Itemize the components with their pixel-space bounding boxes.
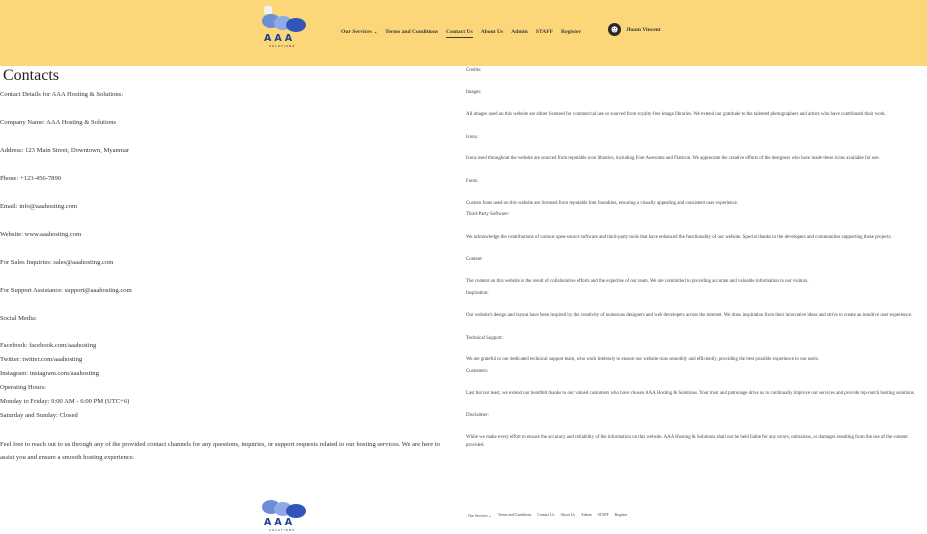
nav-item-admin[interactable]: Admin: [511, 29, 527, 35]
disclaimer-paragraph: While we make every effort to ensure the…: [466, 435, 908, 448]
customers-paragraph: Last but not least, we extend our heartf…: [466, 391, 915, 396]
footer-link-admin[interactable]: Admin: [581, 513, 592, 518]
closing-paragraph: Feel free to reach out to us through any…: [0, 441, 440, 461]
disclaimer-heading: Disclaimer:: [466, 413, 489, 418]
footer-link-about-us[interactable]: About Us: [560, 513, 575, 518]
contact-intro: Contact Details for AAA Hosting & Soluti…: [0, 91, 124, 98]
social-facebook: Facebook: facebook.com/aaahosting: [0, 342, 97, 349]
technical-support-paragraph: We are grateful to our dedicated technic…: [466, 357, 820, 362]
footer-link-contact-us[interactable]: Contact Us: [537, 513, 554, 518]
content-paragraph: The content on this website is the resul…: [466, 279, 809, 284]
technical-support-heading: Technical Support:: [466, 336, 504, 341]
fonts-heading: Fonts:: [466, 179, 479, 184]
contact-support: For Support Assistance: support@aaahosti…: [0, 287, 132, 294]
logo-tagline: SOLUTIONS: [269, 44, 296, 48]
footer-link-register[interactable]: Register: [615, 513, 628, 518]
user-name: Jhonn Vincent: [626, 26, 661, 33]
footer-nav: Our Services ⌄ Terms and Conditions Cont…: [468, 513, 633, 518]
fonts-paragraph: Custom fonts used on this website are li…: [466, 201, 739, 206]
third-party-heading: Third-Party Software:: [466, 212, 510, 217]
user-icon: ☻: [608, 23, 621, 36]
footer-link-staff[interactable]: STAFF: [598, 513, 609, 518]
nav-item-about-us[interactable]: About Us: [481, 29, 504, 35]
images-heading: Images:: [466, 90, 482, 95]
logo-cloud-right: [286, 504, 306, 518]
contact-address: Address: 123 Main Street, Downtown, Myan…: [0, 147, 130, 154]
nav-item-label: Our Services: [341, 29, 372, 35]
logo-cloud-right: [286, 18, 306, 32]
credits-heading: Credits:: [466, 68, 482, 73]
operating-hours-heading: Operating Hours:: [0, 384, 46, 391]
nav-item-terms[interactable]: Terms and Conditions: [385, 29, 438, 35]
logo-mark-square: [264, 6, 272, 14]
main-nav: Our Services ⌄ Terms and Conditions Conta…: [341, 26, 589, 38]
social-media-heading: Social Media:: [0, 315, 37, 322]
chevron-down-icon: ⌄: [373, 29, 378, 34]
logo-tagline: SOLUTIONS: [269, 528, 296, 532]
social-twitter: Twitter: twitter.com/aaahosting: [0, 356, 83, 363]
footer-link-terms[interactable]: Terms and Conditions: [498, 513, 531, 518]
hours-weekend: Saturday and Sunday: Closed: [0, 412, 78, 419]
hours-weekdays: Monday to Friday: 9:00 AM - 6:00 PM (UTC…: [0, 398, 130, 405]
user-menu[interactable]: ☻ Jhonn Vincent: [608, 23, 661, 36]
brand-logo[interactable]: AAA SOLUTIONS: [258, 4, 308, 50]
footer-logo[interactable]: AAA SOLUTIONS: [258, 492, 308, 534]
nav-item-register[interactable]: Register: [561, 29, 581, 35]
contact-phone: Phone: +123-456-7890: [0, 175, 62, 182]
page-title: Contacts: [3, 67, 59, 84]
footer-link-our-services[interactable]: Our Services ⌄: [468, 513, 492, 518]
inspiration-paragraph: Our website's design and layout have bee…: [466, 313, 913, 318]
nav-item-contact-us[interactable]: Contact Us: [446, 29, 473, 38]
images-paragraph: All images used on this website are eith…: [466, 112, 886, 117]
contact-company: Company Name: AAA Hosting & Solutions: [0, 119, 116, 126]
content-heading: Content:: [466, 257, 483, 262]
contact-sales: For Sales Inquiries: sales@aaahosting.co…: [0, 259, 114, 266]
inspiration-heading: Inspiration:: [466, 291, 489, 296]
nav-item-our-services[interactable]: Our Services ⌄: [341, 29, 377, 35]
third-party-paragraph: We acknowledge the contributions of vari…: [466, 235, 892, 240]
nav-item-staff[interactable]: STAFF: [536, 29, 553, 35]
customers-heading: Customers:: [466, 369, 489, 374]
contact-email: Email: info@aaahosting.com: [0, 203, 78, 210]
contact-website: Website: www.aaahosting.com: [0, 231, 82, 238]
logo-wordmark: AAA: [264, 33, 296, 44]
site-header: AAA SOLUTIONS Our Services ⌄ Terms and Co…: [0, 0, 927, 66]
social-instagram: Instagram: instagram.com/aaahosting: [0, 370, 99, 377]
logo-wordmark: AAA: [264, 517, 296, 528]
icons-heading: Icons:: [466, 135, 478, 140]
icons-paragraph: Icons used throughout the website are so…: [466, 156, 880, 161]
